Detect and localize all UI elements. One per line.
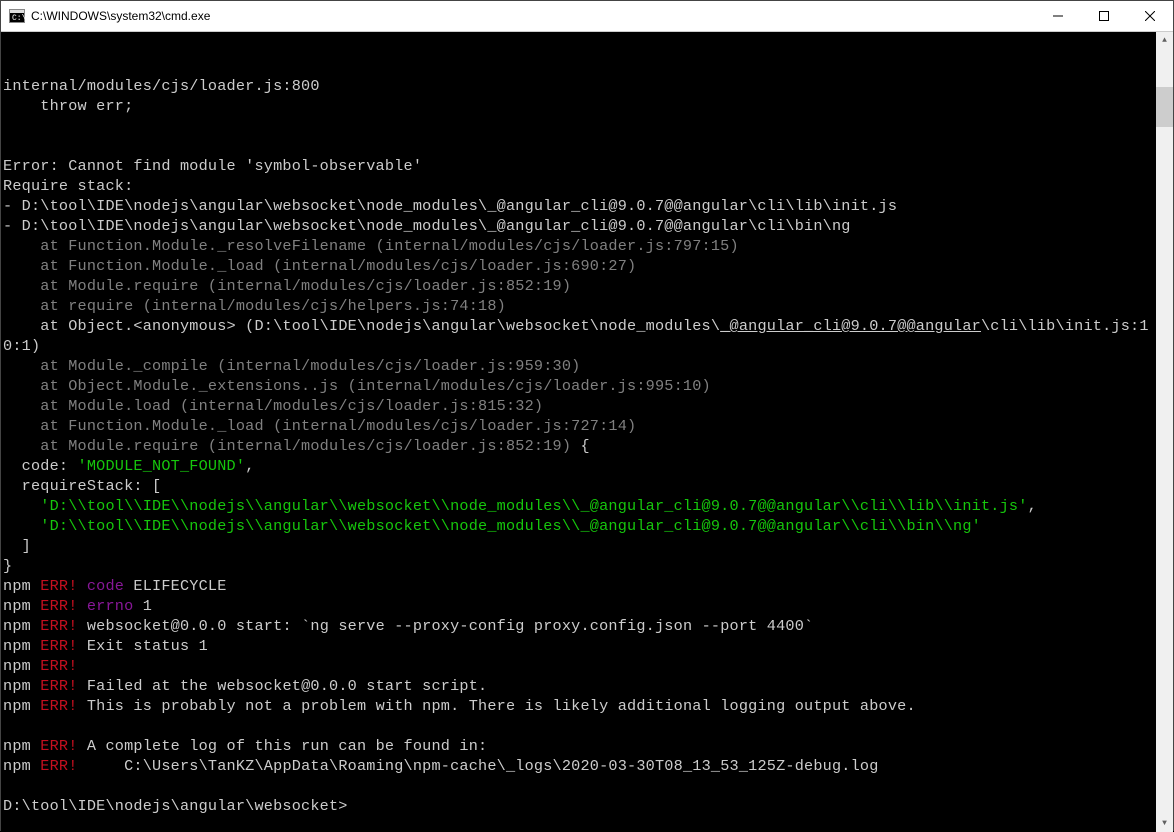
npm-err-label: ERR! [31, 657, 78, 675]
npm-label: npm [3, 657, 31, 675]
blank-line [3, 717, 12, 735]
npm-err-label: ERR! [31, 737, 78, 755]
svg-text:C:\: C:\ [12, 14, 25, 23]
output-line: } [3, 557, 12, 575]
stack-line: at Function.Module._load (internal/modul… [3, 257, 636, 275]
output-line: , [245, 457, 254, 475]
npm-err-msg: Exit status 1 [78, 637, 208, 655]
stack-line: at Object.Module._extensions..js (intern… [3, 377, 711, 395]
stack-line: at Object.<anonymous> (D:\tool\IDE\nodej… [3, 317, 720, 335]
window-titlebar: C:\ C:\WINDOWS\system32\cmd.exe [1, 1, 1173, 32]
stack-line: at Module.load (internal/modules/cjs/loa… [3, 397, 543, 415]
prompt[interactable]: D:\tool\IDE\nodejs\angular\websocket> [3, 797, 348, 815]
npm-err-label: ERR! [31, 597, 78, 615]
scroll-thumb[interactable] [1156, 87, 1173, 127]
output-line: - D:\tool\IDE\nodejs\angular\websocket\n… [3, 197, 897, 215]
npm-label: npm [3, 617, 31, 635]
npm-label: npm [3, 697, 31, 715]
minimize-button[interactable] [1035, 1, 1081, 31]
output-line: Error: Cannot find module 'symbol-observ… [3, 157, 422, 175]
npm-errno-label: errno [78, 597, 134, 615]
npm-err-msg: websocket@0.0.0 start: `ng serve --proxy… [78, 617, 814, 635]
npm-err-msg: This is probably not a problem with npm.… [78, 697, 916, 715]
npm-err-msg: Failed at the websocket@0.0.0 start scri… [78, 677, 488, 695]
output-line [3, 497, 40, 515]
npm-label: npm [3, 637, 31, 655]
output-line: , [1028, 497, 1037, 515]
output-line: requireStack: [ [3, 477, 161, 495]
scroll-up-button[interactable]: ▲ [1156, 32, 1173, 49]
blank-line [3, 777, 12, 795]
npm-label: npm [3, 677, 31, 695]
vertical-scrollbar[interactable]: ▲ ▼ [1156, 32, 1173, 832]
output-line: Require stack: [3, 177, 133, 195]
output-line: internal/modules/cjs/loader.js:800 [3, 77, 320, 95]
npm-err-code-label: code [78, 577, 134, 595]
npm-err-label: ERR! [31, 577, 78, 595]
npm-err-msg: A complete log of this run can be found … [78, 737, 488, 755]
npm-err-label: ERR! [31, 757, 78, 775]
npm-log-path: C:\Users\TanKZ\AppData\Roaming\npm-cache… [78, 757, 879, 775]
maximize-button[interactable] [1081, 1, 1127, 31]
stack-line: at Module.require (internal/modules/cjs/… [3, 437, 571, 455]
npm-err-label: ERR! [31, 677, 78, 695]
stack-line: at require (internal/modules/cjs/helpers… [3, 297, 506, 315]
npm-label: npm [3, 737, 31, 755]
cmd-icon: C:\ [9, 8, 25, 24]
output-line: code: [3, 457, 78, 475]
output-line: throw err; [3, 97, 133, 115]
output-line [3, 517, 40, 535]
require-stack-path: 'D:\\tool\\IDE\\nodejs\\angular\\websock… [40, 497, 1027, 515]
output-line: ] [3, 537, 31, 555]
npm-errno: 1 [133, 597, 152, 615]
npm-err-code: ELIFECYCLE [133, 577, 226, 595]
npm-label: npm [3, 757, 31, 775]
window-title: C:\WINDOWS\system32\cmd.exe [31, 9, 1035, 23]
scroll-down-button[interactable]: ▼ [1156, 815, 1173, 832]
path-link[interactable]: _@angular_cli@9.0.7@@angular [720, 317, 981, 335]
stack-line: at Function.Module._resolveFilename (int… [3, 237, 739, 255]
window-controls [1035, 1, 1173, 31]
close-button[interactable] [1127, 1, 1173, 31]
npm-label: npm [3, 597, 31, 615]
output-line: - D:\tool\IDE\nodejs\angular\websocket\n… [3, 217, 851, 235]
stack-line: at Function.Module._load (internal/modul… [3, 417, 636, 435]
npm-err-label: ERR! [31, 697, 78, 715]
output-line: { [571, 437, 590, 455]
npm-err-label: ERR! [31, 617, 78, 635]
require-stack-path: 'D:\\tool\\IDE\\nodejs\\angular\\websock… [40, 517, 981, 535]
stack-line: at Module.require (internal/modules/cjs/… [3, 277, 571, 295]
terminal-output: internal/modules/cjs/loader.js:800 throw… [1, 32, 1156, 820]
stack-line: at Module._compile (internal/modules/cjs… [3, 357, 580, 375]
terminal-area[interactable]: internal/modules/cjs/loader.js:800 throw… [1, 32, 1173, 832]
npm-label: npm [3, 577, 31, 595]
npm-err-label: ERR! [31, 637, 78, 655]
error-code: 'MODULE_NOT_FOUND' [78, 457, 246, 475]
